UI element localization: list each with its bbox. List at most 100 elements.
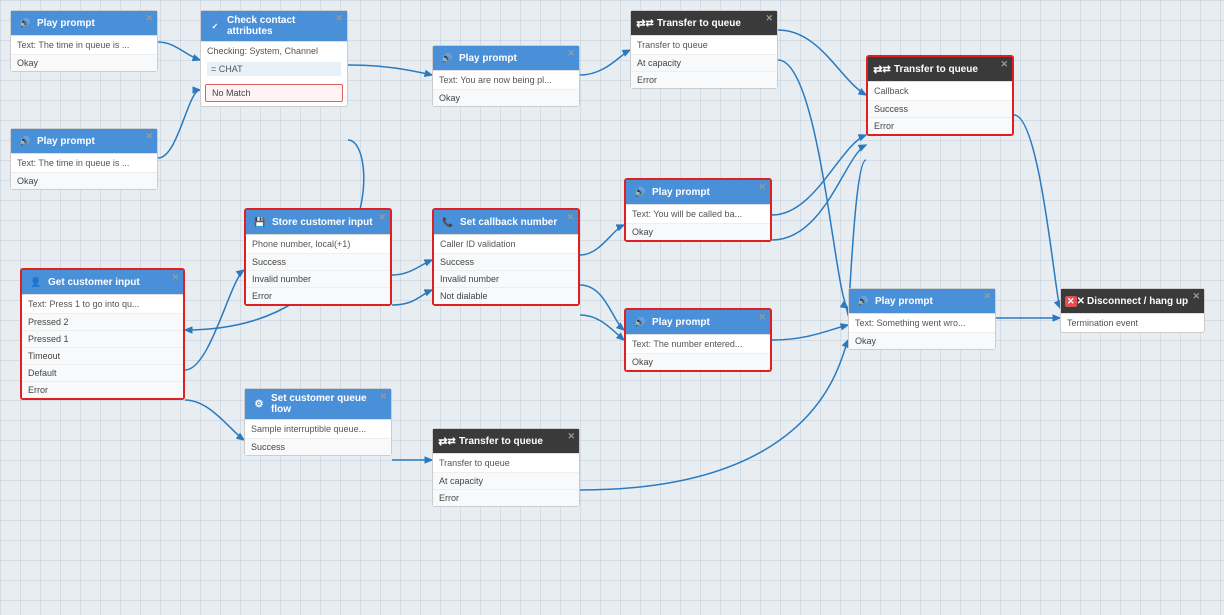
ppe-outlet-okay[interactable]: Okay	[849, 332, 995, 349]
play-prompt-node-3[interactable]: Play prompt ✕ Text: You are now being pl…	[432, 45, 580, 107]
ppcb-outlet-okay[interactable]: Okay	[626, 223, 770, 240]
play-prompt-1-body: Text: The time in queue is ...	[11, 36, 157, 54]
tq2-outlet-error[interactable]: Error	[868, 117, 1012, 134]
transfer-queue-2-header: ⇄ Transfer to queue ✕	[868, 57, 1012, 82]
close-btn-scn[interactable]: ✕	[566, 212, 574, 223]
play-prompt-3-header: Play prompt ✕	[433, 46, 579, 71]
sci-outlet-error[interactable]: Error	[246, 287, 390, 304]
store-customer-input-header: Store customer input ✕	[246, 210, 390, 235]
tq1-outlet-capacity[interactable]: At capacity	[631, 54, 777, 71]
sci-outlet-success[interactable]: Success	[246, 253, 390, 270]
close-btn-2[interactable]: ✕	[145, 131, 153, 142]
person-icon	[28, 274, 44, 290]
speaker-icon-1	[17, 15, 33, 31]
ppn-outlet-okay[interactable]: Okay	[626, 353, 770, 370]
play-prompt-3-outlet-okay[interactable]: Okay	[433, 89, 579, 106]
transfer-queue-node-1[interactable]: ⇄ Transfer to queue ✕ Transfer to queue …	[630, 10, 778, 89]
speaker-icon-num	[632, 314, 648, 330]
speaker-icon-err	[855, 293, 871, 309]
set-customer-queue-header: Set customer queue flow ✕	[245, 389, 391, 420]
speaker-icon-cb	[632, 184, 648, 200]
tq2-outlet-success[interactable]: Success	[868, 100, 1012, 117]
set-customer-queue-body: Sample interruptible queue...	[245, 420, 391, 438]
close-btn-3[interactable]: ✕	[567, 48, 575, 59]
gci-outlet-pressed2[interactable]: Pressed 2	[22, 313, 183, 330]
store-customer-input-body: Phone number, local(+1)	[246, 235, 390, 253]
transfer-queue-3-header: ⇄ Transfer to queue ✕	[433, 429, 579, 454]
close-btn-tq2[interactable]: ✕	[1000, 59, 1008, 70]
get-customer-input-node[interactable]: Get customer input ✕ Text: Press 1 to go…	[20, 268, 185, 400]
tq3-outlet-error[interactable]: Error	[433, 489, 579, 506]
play-prompt-callback-body: Text: You will be called ba...	[626, 205, 770, 223]
close-btn-ppe[interactable]: ✕	[983, 291, 991, 302]
play-prompt-error-node[interactable]: Play prompt ✕ Text: Something went wro..…	[848, 288, 996, 350]
no-match-outlet[interactable]: No Match	[205, 84, 343, 102]
close-btn-gci[interactable]: ✕	[171, 272, 179, 283]
transfer-queue-1-body: Transfer to queue	[631, 36, 777, 54]
transfer-queue-1-header: ⇄ Transfer to queue ✕	[631, 11, 777, 36]
set-customer-queue-node[interactable]: Set customer queue flow ✕ Sample interru…	[244, 388, 392, 456]
close-btn-sci[interactable]: ✕	[378, 212, 386, 223]
check-contact-header: Check contact attributes ✕	[201, 11, 347, 42]
close-btn-1[interactable]: ✕	[145, 13, 153, 24]
scq-outlet-success[interactable]: Success	[245, 438, 391, 455]
transfer-queue-2-body: Callback	[868, 82, 1012, 100]
gci-outlet-error[interactable]: Error	[22, 381, 183, 398]
speaker-icon-3	[439, 50, 455, 66]
play-prompt-2-header: Play prompt ✕	[11, 129, 157, 154]
close-btn-dc[interactable]: ✕	[1192, 291, 1200, 302]
play-prompt-callback-header: Play prompt ✕	[626, 180, 770, 205]
scn-outlet-notdialable[interactable]: Not dialable	[434, 287, 578, 304]
close-btn-tq3[interactable]: ✕	[567, 431, 575, 442]
check-icon	[207, 18, 223, 34]
play-prompt-error-header: Play prompt ✕	[849, 289, 995, 314]
close-btn-check[interactable]: ✕	[335, 13, 343, 24]
get-customer-input-body: Text: Press 1 to go into qu...	[22, 295, 183, 313]
check-contact-body: Checking: System, Channel = CHAT	[201, 42, 347, 80]
play-prompt-error-body: Text: Something went wro...	[849, 314, 995, 332]
disconnect-body: Termination event	[1061, 314, 1204, 332]
sci-outlet-invalid[interactable]: Invalid number	[246, 270, 390, 287]
close-btn-tq1[interactable]: ✕	[765, 13, 773, 24]
store-customer-input-node[interactable]: Store customer input ✕ Phone number, loc…	[244, 208, 392, 306]
play-prompt-node-1[interactable]: Play prompt ✕ Text: The time in queue is…	[10, 10, 158, 72]
play-prompt-callback-node[interactable]: Play prompt ✕ Text: You will be called b…	[624, 178, 772, 242]
close-btn-ppn[interactable]: ✕	[758, 312, 766, 323]
scn-outlet-success[interactable]: Success	[434, 253, 578, 270]
tq3-outlet-capacity[interactable]: At capacity	[433, 472, 579, 489]
play-prompt-1-outlet-okay[interactable]: Okay	[11, 54, 157, 71]
play-prompt-2-body: Text: The time in queue is ...	[11, 154, 157, 172]
set-callback-number-header: Set callback number ✕	[434, 210, 578, 235]
play-prompt-number-node[interactable]: Play prompt ✕ Text: The number entered..…	[624, 308, 772, 372]
close-btn-ppcb[interactable]: ✕	[758, 182, 766, 193]
speaker-icon-2	[17, 133, 33, 149]
transfer-icon-2: ⇄	[874, 61, 890, 77]
disconnect-node[interactable]: ✕ Disconnect / hang up ✕ Termination eve…	[1060, 288, 1205, 333]
gci-outlet-pressed1[interactable]: Pressed 1	[22, 330, 183, 347]
set-callback-number-node[interactable]: Set callback number ✕ Caller ID validati…	[432, 208, 580, 306]
transfer-queue-node-3[interactable]: ⇄ Transfer to queue ✕ Transfer to queue …	[432, 428, 580, 507]
store-icon	[252, 214, 268, 230]
phone-icon	[440, 214, 456, 230]
scn-outlet-invalid[interactable]: Invalid number	[434, 270, 578, 287]
transfer-queue-node-2[interactable]: ⇄ Transfer to queue ✕ Callback Success E…	[866, 55, 1014, 136]
get-customer-input-header: Get customer input ✕	[22, 270, 183, 295]
close-btn-scq[interactable]: ✕	[379, 391, 387, 402]
set-callback-number-body: Caller ID validation	[434, 235, 578, 253]
check-contact-node[interactable]: Check contact attributes ✕ Checking: Sys…	[200, 10, 348, 107]
play-prompt-2-outlet-okay[interactable]: Okay	[11, 172, 157, 189]
tq1-outlet-error[interactable]: Error	[631, 71, 777, 88]
gci-outlet-timeout[interactable]: Timeout	[22, 347, 183, 364]
play-prompt-1-header: Play prompt ✕	[11, 11, 157, 36]
disconnect-header: ✕ Disconnect / hang up ✕	[1061, 289, 1204, 314]
disconnect-icon: ✕	[1067, 293, 1083, 309]
transfer-queue-3-body: Transfer to queue	[433, 454, 579, 472]
transfer-icon-1: ⇄	[637, 15, 653, 31]
play-prompt-node-2[interactable]: Play prompt ✕ Text: The time in queue is…	[10, 128, 158, 190]
gci-outlet-default[interactable]: Default	[22, 364, 183, 381]
flow-canvas[interactable]: Play prompt ✕ Text: The time in queue is…	[0, 0, 1224, 615]
play-prompt-3-body: Text: You are now being pl...	[433, 71, 579, 89]
play-prompt-number-body: Text: The number entered...	[626, 335, 770, 353]
play-prompt-number-header: Play prompt ✕	[626, 310, 770, 335]
chat-label: = CHAT	[207, 62, 341, 76]
